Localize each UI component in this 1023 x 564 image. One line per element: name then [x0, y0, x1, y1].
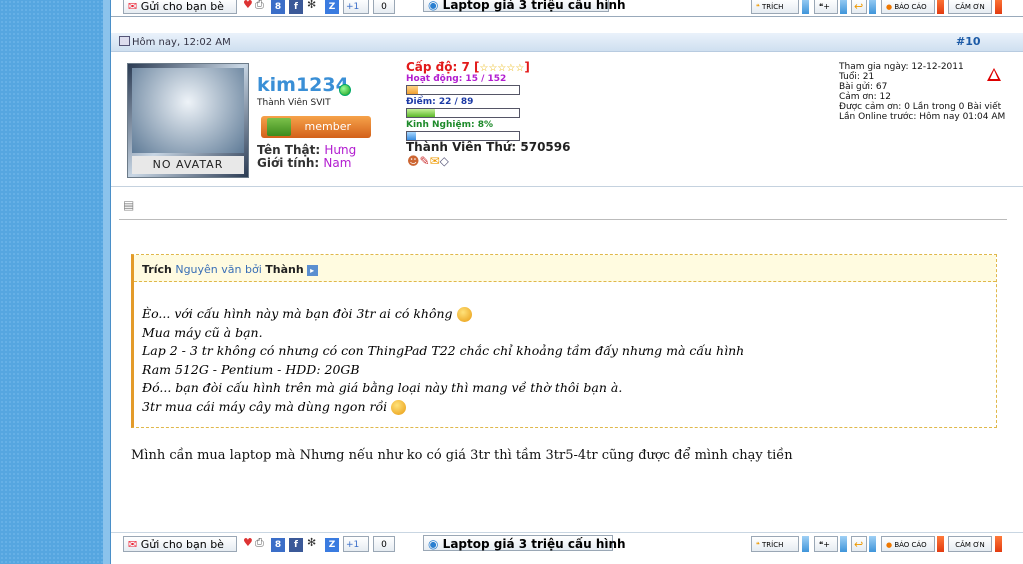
report-button[interactable]: ● BÁO CÁO — [881, 0, 935, 14]
reply-button[interactable]: ↩ — [851, 0, 867, 14]
multi-quote-toggle[interactable] — [840, 536, 847, 552]
facebook-icon[interactable]: f — [289, 538, 303, 552]
share-count: 0 — [373, 536, 395, 552]
avatar-image — [132, 68, 244, 153]
print-icon[interactable]: ⎙ — [255, 536, 264, 550]
send-to-friend-button[interactable]: ✉ Gửi cho bạn bè — [123, 0, 237, 14]
user-title: Thành Viên SVIT — [257, 98, 331, 108]
quote-button[interactable]: ❝ TRÍCH — [751, 0, 799, 14]
points-bar — [406, 108, 520, 118]
report-toggle[interactable] — [937, 0, 944, 14]
points-label: Điểm: 22 / 89 — [406, 97, 474, 107]
report-icon: ● — [886, 541, 893, 549]
quote-body: Èo... với cấu hình này mà bạn đòi 3tr ai… — [142, 306, 745, 415]
multi-quote-button[interactable]: ❝+ — [814, 0, 838, 14]
level-stars: ☆☆☆☆☆ — [479, 63, 525, 74]
google-icon[interactable]: 8 — [271, 0, 285, 14]
post-header: Hôm nay, 12:02 AM #10 — [111, 33, 1023, 81]
thanks-toggle[interactable] — [995, 0, 1002, 14]
message-icon[interactable]: ✉ — [430, 154, 440, 168]
print-icon[interactable]: ⎙ — [255, 0, 264, 12]
experience-label: Kinh Nghiệm: 8% — [406, 120, 493, 130]
tag-icon[interactable]: ◇ — [440, 154, 449, 168]
send-icon: ✉ — [128, 538, 138, 551]
post-actions-top: ✉ Gửi cho bạn bè ♥ ⎙ 8 f ✻ Z +1 0 ◉ Lapt… — [111, 0, 1023, 17]
rank-badge: member — [261, 116, 371, 138]
divider — [119, 219, 1007, 220]
rank-icon — [267, 118, 291, 136]
quote-button[interactable]: ❝ TRÍCH — [751, 536, 799, 552]
reply-button[interactable]: ↩ — [851, 536, 867, 552]
globe-icon: ◉ — [428, 537, 439, 551]
activity-bar — [406, 85, 520, 95]
post-date: Hôm nay, 12:02 AM — [119, 36, 231, 48]
google-icon[interactable]: 8 — [271, 538, 285, 552]
thanks-button[interactable]: CẢM ƠN — [948, 0, 992, 14]
post-number[interactable]: #10 — [956, 35, 981, 48]
send-icon: ✉ — [128, 0, 138, 13]
report-button[interactable]: ● BÁO CÁO — [881, 536, 935, 552]
user-action-icons: ☻✎✉◇ — [407, 154, 449, 168]
multi-quote-button[interactable]: ❝+ — [814, 536, 838, 552]
share-count: 0 — [373, 0, 395, 14]
heart-icon[interactable]: ♥ — [243, 536, 253, 549]
globe-icon: ◉ — [428, 0, 439, 12]
quote-icon: ❝ — [756, 541, 760, 549]
quote-toggle[interactable] — [802, 536, 809, 552]
facebook-icon[interactable]: f — [289, 0, 303, 14]
send-to-friend-button[interactable]: ✉ Gửi cho bạn bè — [123, 536, 237, 552]
share-icon[interactable]: ✻ — [307, 0, 316, 11]
profile-icon[interactable]: ☻ — [407, 154, 420, 168]
report-toggle[interactable] — [937, 536, 944, 552]
report-icon: ● — [886, 3, 893, 11]
quote-toggle[interactable] — [802, 0, 809, 14]
document-icon: ▤ — [123, 198, 135, 212]
forum-post: ✉ Gửi cho bạn bè ♥ ⎙ 8 f ✻ Z +1 0 ◉ Lapt… — [111, 0, 1023, 564]
avatar[interactable]: NO AVATAR — [127, 63, 249, 178]
tongue-emoji-icon — [391, 399, 407, 415]
activity-label: Hoạt động: 15 / 152 — [406, 74, 507, 84]
online-status-icon — [339, 84, 351, 96]
thread-title-button[interactable]: ◉ Laptop giá 3 triệu cấu hình — [423, 535, 626, 551]
multi-quote-toggle[interactable] — [840, 0, 847, 14]
reply-toggle[interactable] — [869, 536, 876, 552]
user-details: Tên Thật: Hưng Giới tính: Nam — [257, 143, 357, 170]
member-number: Thành Viên Thứ: 570596 — [406, 140, 571, 154]
user-stats: Cấp độ: 7 [☆☆☆☆☆] Hoạt động: 15 / 152 Đi… — [406, 60, 530, 142]
thanks-button[interactable]: CẢM ƠN — [948, 536, 992, 552]
thread-title-button[interactable]: ◉ Laptop giá 3 triệu cấu hình — [423, 0, 626, 12]
post-message: Mình cần mua laptop mà Nhưng nếu như ko … — [131, 448, 793, 463]
divider — [111, 186, 1023, 187]
blog-icon[interactable]: ✎ — [420, 154, 430, 168]
page-background — [0, 0, 103, 564]
avatar-caption: NO AVATAR — [132, 156, 244, 174]
quote-icon: ❝ — [756, 3, 760, 11]
username[interactable]: kim1234 — [257, 74, 349, 96]
google-plus-button[interactable]: +1 — [343, 0, 369, 14]
zing-icon[interactable]: Z — [325, 538, 339, 552]
share-icon[interactable]: ✻ — [307, 536, 316, 549]
thanks-toggle[interactable] — [995, 536, 1002, 552]
level: Cấp độ: 7 [☆☆☆☆☆] — [406, 60, 530, 74]
google-plus-button[interactable]: +1 — [343, 536, 369, 552]
view-post-icon[interactable]: ▸ — [306, 264, 318, 276]
quote-title: Trích Nguyên văn bởi Thành ▸ — [142, 263, 318, 276]
heart-icon[interactable]: ♥ — [243, 0, 253, 11]
zing-icon[interactable]: Z — [325, 0, 339, 14]
member-info: Tham gia ngày: 12-12-2011 Tuổi: 21 Bài g… — [839, 62, 1006, 122]
reply-toggle[interactable] — [869, 0, 876, 14]
post-icon — [119, 36, 130, 46]
page-border — [103, 0, 111, 564]
post-actions-bottom: ✉ Gửi cho bạn bè ♥ ⎙ 8 f ✻ Z +1 0 ◉ Lapt… — [111, 532, 1023, 553]
quote-block: Trích Nguyên văn bởi Thành ▸ Èo... với cấ… — [131, 254, 997, 428]
grin-emoji-icon — [456, 307, 472, 322]
